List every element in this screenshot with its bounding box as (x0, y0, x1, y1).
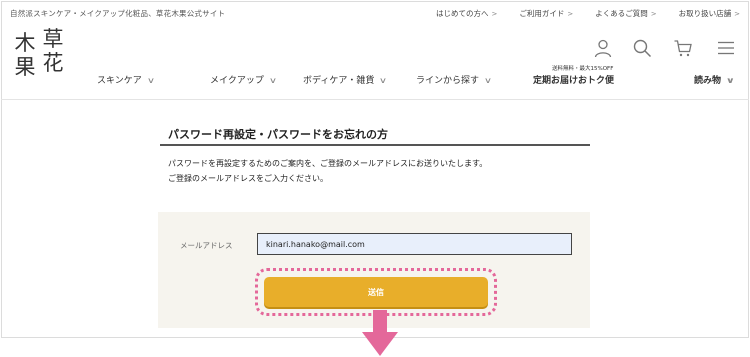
top-link-beginners[interactable]: はじめての方へ > (436, 8, 497, 19)
arrow-down-icon (362, 310, 398, 356)
logo-char: 木 (14, 31, 36, 55)
email-label: メールアドレス (180, 241, 233, 250)
chevron-down-icon: ∨ (483, 76, 493, 85)
top-link-stores[interactable]: お取り扱い店舗 > (679, 8, 740, 19)
description-line: パスワードを再設定するためのご案内を、ご登録のメールアドレスにお送りいたします。 (168, 159, 488, 168)
user-icon[interactable] (593, 38, 613, 58)
logo-char: 草 (42, 27, 64, 51)
top-link-guide[interactable]: ご利用ガイド > (519, 8, 573, 19)
logo-char: 果 (14, 55, 36, 79)
description: パスワードを再設定するためのご案内を、ご登録のメールアドレスにお送りいたします。… (168, 156, 487, 186)
top-links: はじめての方へ > ご利用ガイド > よくあるご質問 > お取り扱い店舗 > (414, 8, 740, 19)
subscription-promo-note: 送料無料・最大15%OFF (552, 66, 614, 72)
title-divider (160, 144, 590, 146)
chevron-down-icon: ∨ (146, 76, 155, 85)
top-link-faq[interactable]: よくあるご質問 > (595, 8, 656, 19)
nav-subscription[interactable]: 定期お届けおトク便 (533, 73, 614, 86)
site-logo[interactable]: 木 草 果 花 (12, 27, 70, 81)
chevron-down-icon: ∨ (268, 76, 277, 85)
chevron-right-icon: > (567, 10, 574, 18)
cart-icon[interactable] (673, 38, 693, 58)
chevron-right-icon: > (734, 10, 740, 18)
page-title: パスワード再設定・パスワードをお忘れの方 (168, 128, 388, 141)
chevron-down-icon: ∨ (725, 76, 735, 85)
site-tagline: 自然派スキンケア・メイクアップ化粧品、草花木果公式サイト (10, 9, 226, 18)
nav-readings[interactable]: 読み物 ∨ (694, 73, 735, 86)
chevron-right-icon: > (491, 10, 498, 18)
email-field[interactable] (257, 233, 572, 255)
search-icon[interactable] (632, 38, 652, 58)
description-line: ご登録のメールアドレスをご入力ください。 (168, 174, 328, 183)
logo-char: 花 (42, 51, 64, 75)
header-divider (1, 99, 749, 100)
menu-icon[interactable] (716, 38, 736, 58)
submit-button[interactable]: 送信 (264, 277, 488, 307)
nav-find-by-line[interactable]: ラインから探す ∨ (416, 73, 493, 86)
chevron-down-icon: ∨ (379, 76, 388, 85)
nav-makeup[interactable]: メイクアップ ∨ (210, 73, 277, 86)
top-bar: 自然派スキンケア・メイクアップ化粧品、草花木果公式サイト はじめての方へ > ご利… (10, 8, 740, 22)
nav-skincare[interactable]: スキンケア ∨ (97, 73, 155, 86)
nav-bodycare[interactable]: ボディケア・雑貨 ∨ (303, 73, 388, 86)
chevron-right-icon: > (650, 10, 657, 18)
